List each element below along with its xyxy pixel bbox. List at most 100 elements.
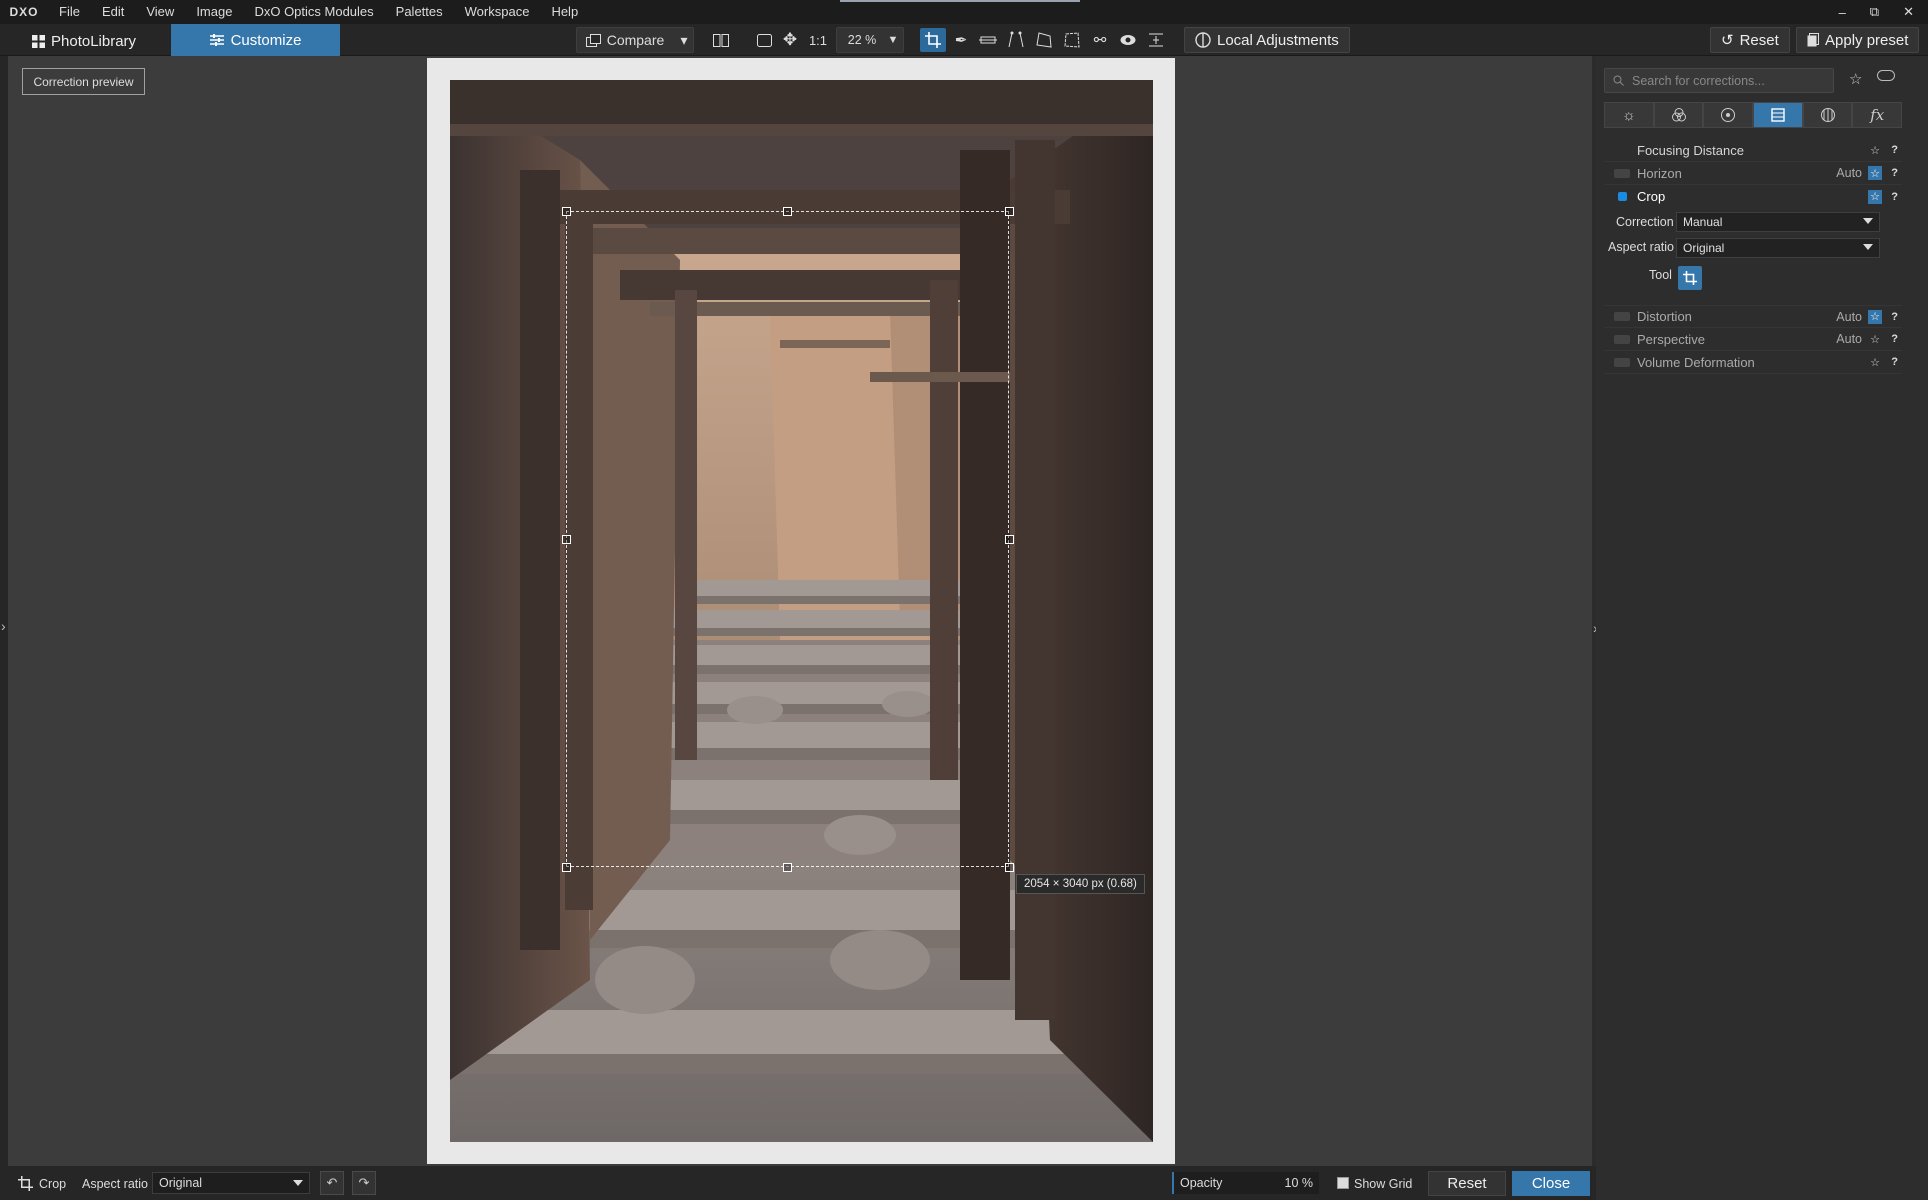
chevron-down-icon bbox=[1863, 244, 1873, 250]
favorite-star-icon[interactable]: ☆ bbox=[1868, 309, 1882, 324]
geometry-icon[interactable] bbox=[1753, 102, 1803, 128]
menu-view[interactable]: View bbox=[135, 0, 185, 24]
compare-button[interactable]: Compare bbox=[582, 28, 668, 52]
palette-tabs: ☼ fx bbox=[1604, 102, 1903, 128]
help-icon[interactable]: ? bbox=[1891, 356, 1898, 368]
focusing-distance-row[interactable]: Focusing Distance ☆ ? bbox=[1604, 139, 1902, 162]
rotate-left-icon[interactable]: ↶ bbox=[320, 1171, 344, 1195]
help-icon[interactable]: ? bbox=[1891, 333, 1898, 345]
correction-select[interactable]: Manual bbox=[1676, 212, 1880, 232]
menu-file[interactable]: File bbox=[48, 0, 91, 24]
menu-workspace[interactable]: Workspace bbox=[454, 0, 541, 24]
volume-deformation-row[interactable]: Volume Deformation ☆ ? bbox=[1604, 351, 1902, 374]
move-icon[interactable]: ✥ bbox=[780, 28, 800, 52]
crop-handle-top-left[interactable] bbox=[562, 207, 571, 216]
crop-row[interactable]: Crop ☆ ? bbox=[1604, 185, 1902, 208]
show-grid-checkbox[interactable] bbox=[1337, 1177, 1349, 1189]
light-icon[interactable]: ☼ bbox=[1604, 102, 1654, 128]
horizon-row[interactable]: Horizon Auto ☆ ? bbox=[1604, 162, 1902, 185]
crop-handle-left[interactable] bbox=[562, 535, 571, 544]
close-window-icon[interactable]: ✕ bbox=[1903, 4, 1914, 20]
help-icon[interactable]: ? bbox=[1891, 167, 1898, 179]
correction-preview-button[interactable]: Correction preview bbox=[22, 68, 145, 95]
fit-screen-icon[interactable] bbox=[754, 28, 774, 52]
distortion-mode: Auto bbox=[1836, 309, 1862, 324]
one-to-one-button[interactable]: 1:1 bbox=[806, 28, 830, 52]
horizon-toggle[interactable] bbox=[1614, 168, 1630, 178]
compare-dropdown-icon[interactable]: ▾ bbox=[676, 28, 692, 52]
perspective-label: Perspective bbox=[1637, 331, 1705, 347]
straighten-icon[interactable] bbox=[976, 28, 1000, 52]
fx-icon[interactable]: fx bbox=[1852, 102, 1903, 128]
menu-dxo-optics-modules[interactable]: DxO Optics Modules bbox=[243, 0, 384, 24]
reset-button[interactable]: ↺ Reset bbox=[1710, 27, 1790, 53]
preset-icon bbox=[1807, 33, 1819, 47]
horizon-guide-icon[interactable] bbox=[1144, 28, 1168, 52]
menu-image[interactable]: Image bbox=[185, 0, 243, 24]
help-icon[interactable]: ? bbox=[1891, 191, 1898, 203]
local-adjustments-button[interactable]: Local Adjustments bbox=[1184, 27, 1350, 53]
restore-icon[interactable]: ⧉ bbox=[1870, 4, 1879, 20]
bottom-reset-button[interactable]: Reset bbox=[1428, 1171, 1506, 1196]
zoom-dropdown-icon[interactable]: ▼ bbox=[886, 28, 900, 52]
distortion-toggle[interactable] bbox=[1614, 312, 1630, 321]
crop-handle-bottom[interactable] bbox=[783, 863, 792, 872]
crop-icon bbox=[18, 1176, 33, 1191]
crop-handle-bottom-left[interactable] bbox=[562, 863, 571, 872]
perspective-toggle[interactable] bbox=[1614, 334, 1630, 344]
favorite-star-icon[interactable]: ☆ bbox=[1868, 166, 1882, 180]
toggle-view-icon[interactable] bbox=[1877, 70, 1895, 81]
rotate-right-icon[interactable]: ↷ bbox=[352, 1171, 376, 1195]
menu-palettes[interactable]: Palettes bbox=[385, 0, 454, 24]
favorite-star-icon[interactable]: ☆ bbox=[1868, 332, 1882, 346]
rectangle-perspective-icon[interactable] bbox=[1032, 28, 1056, 52]
menu-edit[interactable]: Edit bbox=[91, 0, 135, 24]
help-icon[interactable]: ? bbox=[1891, 311, 1898, 323]
crop-handle-right[interactable] bbox=[1005, 535, 1014, 544]
zoom-value[interactable]: 22 % bbox=[842, 28, 882, 52]
bottom-aspect-ratio-label: Aspect ratio bbox=[82, 1177, 149, 1191]
detail-icon[interactable] bbox=[1703, 102, 1754, 128]
watermark-icon[interactable] bbox=[1802, 102, 1853, 128]
favorites-star-icon[interactable]: ☆ bbox=[1849, 70, 1862, 88]
minimize-icon[interactable]: – bbox=[1839, 5, 1846, 20]
favorite-star-icon[interactable]: ☆ bbox=[1868, 143, 1882, 157]
repair-icon[interactable]: ⚯ bbox=[1088, 28, 1112, 52]
favorite-star-icon[interactable]: ☆ bbox=[1868, 355, 1882, 369]
crop-handle-bottom-right[interactable] bbox=[1005, 863, 1014, 872]
horizon-label: Horizon bbox=[1637, 165, 1682, 181]
close-button[interactable]: Close bbox=[1512, 1171, 1590, 1196]
tab-customize[interactable]: Customize bbox=[171, 24, 340, 56]
distortion-label: Distortion bbox=[1637, 309, 1692, 324]
chevron-down-icon bbox=[293, 1180, 303, 1186]
crop-handle-top[interactable] bbox=[783, 207, 792, 216]
red-eye-icon[interactable] bbox=[1116, 28, 1140, 52]
help-icon[interactable]: ? bbox=[1891, 144, 1898, 156]
crop-tool-button[interactable] bbox=[1678, 266, 1702, 290]
tab-customize-label: Customize bbox=[230, 31, 302, 49]
favorite-star-icon[interactable]: ☆ bbox=[1868, 189, 1882, 204]
search-input[interactable]: Search for corrections... bbox=[1604, 68, 1834, 93]
volume-deformation-toggle[interactable] bbox=[1614, 357, 1630, 367]
menu-help[interactable]: Help bbox=[540, 0, 589, 24]
color-icon[interactable] bbox=[1653, 102, 1704, 128]
crop-rectangle[interactable] bbox=[566, 211, 1009, 867]
bottom-aspect-ratio-value: Original bbox=[159, 1176, 203, 1190]
vertical-perspective-icon[interactable] bbox=[1004, 28, 1028, 52]
eight-point-perspective-icon[interactable] bbox=[1060, 28, 1084, 52]
expand-left-panel-icon[interactable]: › bbox=[1, 618, 6, 634]
bottom-aspect-ratio-select[interactable]: Original bbox=[152, 1172, 310, 1194]
apply-preset-button[interactable]: Apply preset bbox=[1796, 27, 1920, 53]
aspect-ratio-value: Original bbox=[1683, 241, 1725, 255]
crop-toggle[interactable] bbox=[1618, 192, 1627, 201]
eyedropper-icon[interactable]: ✒ bbox=[950, 28, 972, 52]
crop-handle-top-right[interactable] bbox=[1005, 207, 1014, 216]
crop-dimensions-tooltip: 2054 × 3040 px (0.68) bbox=[1016, 874, 1145, 894]
perspective-row[interactable]: Perspective Auto ☆ ? bbox=[1604, 328, 1902, 351]
crop-tool-icon[interactable] bbox=[920, 28, 946, 52]
opacity-slider[interactable]: Opacity 10 % bbox=[1172, 1172, 1319, 1194]
distortion-row[interactable]: Distortion Auto ☆ ? bbox=[1604, 305, 1902, 328]
aspect-ratio-select[interactable]: Original bbox=[1676, 238, 1880, 258]
tab-photolibrary[interactable]: PhotoLibrary bbox=[22, 27, 146, 55]
split-view-icon[interactable] bbox=[710, 28, 732, 52]
